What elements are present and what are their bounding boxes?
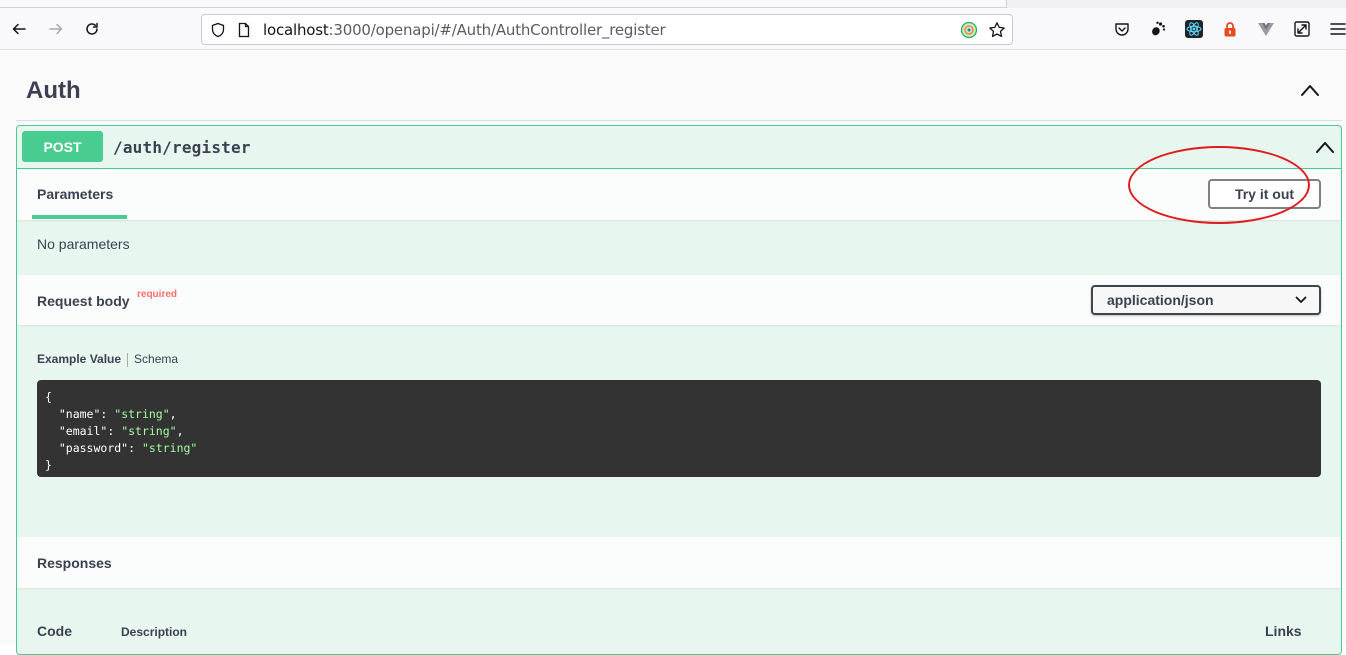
chevron-down-icon — [1295, 296, 1307, 303]
column-header-description: Description — [121, 625, 188, 639]
example-code-block[interactable]: { "name": "string", "email": "string", "… — [37, 380, 1321, 477]
code-value: "string" — [141, 441, 198, 455]
chevron-up-icon[interactable] — [1300, 83, 1320, 97]
no-parameters-text: No parameters — [37, 236, 130, 252]
screenshot-button[interactable] — [1293, 20, 1311, 38]
required-marker: required — [137, 289, 178, 300]
lock-extension-button[interactable] — [1221, 20, 1239, 38]
forward-icon — [49, 23, 63, 35]
swagger-page: Auth POST /auth/register Parameters Try … — [0, 51, 1346, 655]
try-it-out-button[interactable]: Try it out — [1208, 179, 1321, 209]
pocket-button[interactable] — [1113, 20, 1131, 38]
method-badge: POST — [22, 131, 103, 162]
code-key: "email" — [58, 424, 108, 438]
content-type-select[interactable]: application/json — [1091, 285, 1321, 315]
operation-block: POST /auth/register Parameters Try it ou… — [16, 125, 1342, 655]
code-value: "string" — [121, 424, 177, 438]
tab-strip — [0, 0, 1346, 8]
tab-schema[interactable]: Schema — [134, 352, 178, 366]
forward-button[interactable] — [44, 17, 68, 41]
operation-path: /auth/register — [113, 138, 251, 157]
vue-devtools-icon — [1258, 23, 1274, 36]
url-path: :3000/openapi/#/Auth/AuthController_regi… — [328, 21, 666, 39]
vue-devtools-button[interactable] — [1257, 20, 1275, 38]
example-tabs: Example Value Schema — [37, 352, 178, 367]
parameters-header: Parameters Try it out — [17, 169, 1341, 220]
code-open-brace: { — [45, 390, 52, 404]
url-text[interactable]: localhost:3000/openapi/#/Auth/AuthContro… — [263, 21, 666, 39]
tag-section-header[interactable]: Auth — [16, 51, 1342, 121]
code-key: "password" — [58, 441, 129, 455]
chevron-up-icon[interactable] — [1315, 140, 1335, 154]
column-header-links: Links — [1265, 623, 1302, 639]
shield-icon[interactable] — [210, 22, 226, 38]
url-host: localhost — [263, 21, 329, 39]
pocket-icon — [1115, 23, 1129, 36]
request-body-title: Request body — [37, 293, 130, 309]
code-close-brace: } — [45, 458, 52, 472]
code-key: "name" — [58, 407, 101, 421]
gnome-extension-button[interactable] — [1149, 20, 1167, 38]
react-devtools-button[interactable] — [1185, 20, 1203, 38]
code-trail: , — [176, 424, 184, 438]
code-value: "string" — [114, 407, 170, 421]
request-body-header: Request body required application/json — [17, 275, 1341, 325]
active-tab-indicator — [32, 215, 127, 219]
back-button[interactable] — [7, 17, 31, 41]
content-type-value: application/json — [1107, 292, 1214, 308]
column-header-code: Code — [37, 623, 72, 639]
tag-title: Auth — [26, 77, 81, 104]
menu-button[interactable] — [1329, 20, 1346, 38]
reload-icon — [86, 22, 98, 35]
react-devtools-icon — [1185, 20, 1203, 38]
code-trail: , — [169, 407, 177, 421]
extension-badge-icon[interactable] — [960, 21, 978, 39]
menu-icon — [1330, 23, 1346, 35]
reload-button[interactable] — [80, 17, 104, 41]
gnome-extension-icon — [1152, 21, 1166, 36]
lock-extension-icon — [1224, 22, 1236, 37]
tab-example-value[interactable]: Example Value — [37, 352, 121, 366]
responses-header: Responses — [17, 537, 1341, 588]
navigation-toolbar: localhost:3000/openapi/#/Auth/AuthContro… — [0, 8, 1346, 50]
page-icon[interactable] — [236, 22, 252, 38]
tab-parameters[interactable]: Parameters — [37, 186, 113, 202]
url-bar[interactable]: localhost:3000/openapi/#/Auth/AuthContro… — [201, 14, 1013, 45]
responses-title: Responses — [37, 555, 112, 571]
operation-summary[interactable]: POST /auth/register — [17, 126, 1341, 169]
back-icon — [12, 23, 26, 35]
screenshot-icon — [1294, 21, 1310, 37]
bookmark-star-icon[interactable] — [988, 21, 1006, 39]
active-tab-edge[interactable] — [0, 0, 1007, 8]
tab-divider — [127, 352, 129, 367]
